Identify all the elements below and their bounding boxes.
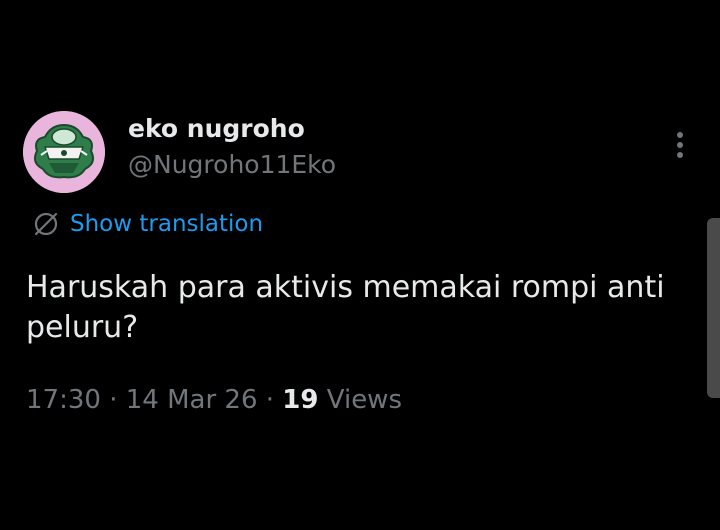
meta-separator: · bbox=[265, 385, 275, 415]
tweet-time[interactable]: 17:30 bbox=[26, 385, 101, 415]
display-name[interactable]: eko nugroho bbox=[128, 114, 305, 143]
more-dot bbox=[677, 142, 683, 148]
views-count: 19 bbox=[282, 385, 319, 415]
emblem-icon bbox=[23, 111, 105, 193]
tweet-date[interactable]: 14 Mar 26 bbox=[126, 385, 258, 415]
more-dot bbox=[677, 132, 683, 138]
globe-translate-icon bbox=[34, 212, 58, 236]
tweet-text: Haruskah para aktivis memakai rompi anti… bbox=[26, 270, 665, 345]
more-dot bbox=[677, 152, 683, 158]
user-handle[interactable]: @Nugroho11Eko bbox=[128, 150, 336, 179]
views-label: Views bbox=[326, 385, 402, 415]
tweet-meta: 17:30 · 14 Mar 26 · 19 Views bbox=[26, 385, 402, 415]
more-options-button[interactable] bbox=[668, 128, 692, 162]
show-translation-button[interactable]: Show translation bbox=[32, 208, 263, 240]
avatar[interactable] bbox=[23, 111, 105, 193]
meta-separator: · bbox=[109, 385, 118, 415]
scrollbar[interactable] bbox=[707, 218, 720, 398]
show-translation-label: Show translation bbox=[70, 211, 264, 237]
